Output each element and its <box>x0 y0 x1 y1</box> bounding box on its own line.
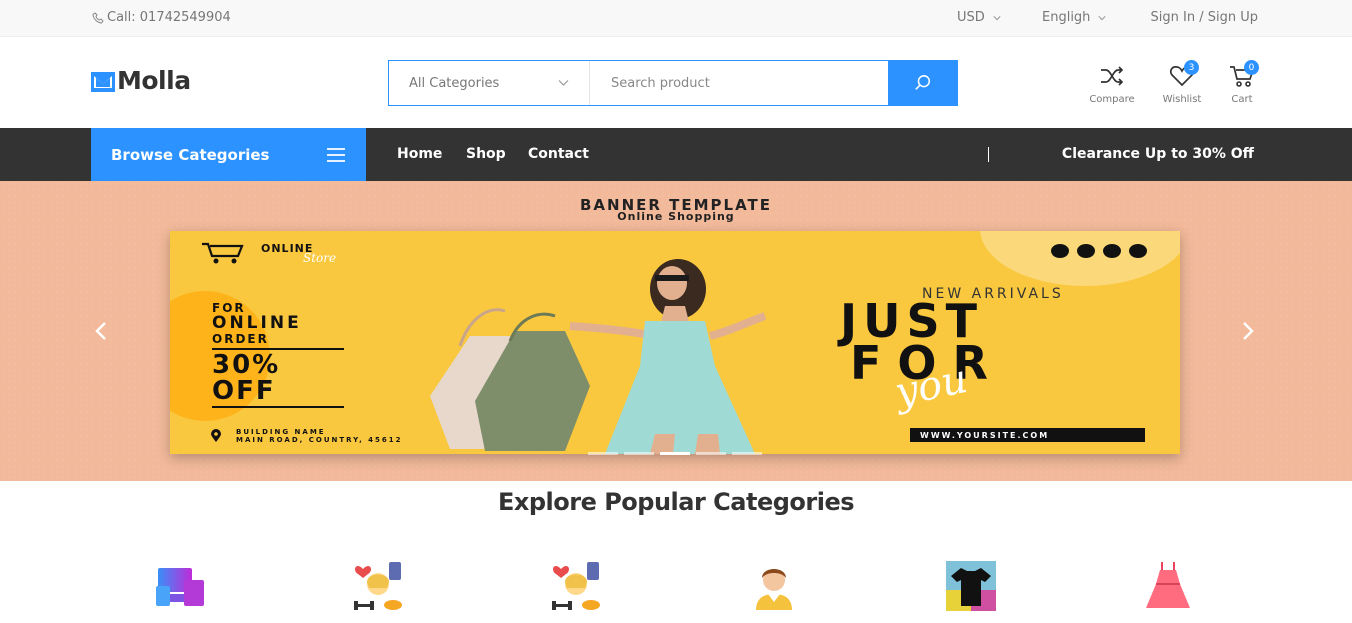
address-line2: MAIN ROAD, COUNTRY, 45612 <box>236 436 403 444</box>
compare-label: Compare <box>1089 94 1135 105</box>
phone-icon <box>92 11 104 24</box>
section-title: Explore Popular Categories <box>497 488 855 516</box>
store-label: Store <box>303 251 337 265</box>
promo-line2: ONLINE <box>212 313 302 333</box>
chevron-down-icon <box>1098 15 1106 20</box>
compare-button[interactable]: Compare <box>1082 63 1142 105</box>
browse-categories-button[interactable]: Browse Categories <box>91 128 366 181</box>
header: Molla All Categories Compare 3 Wishlist … <box>0 37 1352 128</box>
website-label: WWW.YOURSITE.COM <box>910 428 1145 442</box>
nav-contact[interactable]: Contact <box>528 146 589 162</box>
chevron-down-icon <box>993 15 1001 20</box>
category-select[interactable]: All Categories <box>389 61 590 105</box>
search-icon <box>914 75 930 90</box>
twitter-icon <box>1103 244 1121 258</box>
cart-badge: 0 <box>1244 60 1259 75</box>
search-bar: All Categories <box>388 60 958 106</box>
promo-off: OFF <box>212 376 276 406</box>
logo[interactable]: Molla <box>91 66 191 95</box>
shuffle-icon <box>1101 66 1124 86</box>
category-select-label: All Categories <box>409 75 500 91</box>
tshirt-icon[interactable] <box>945 560 997 612</box>
facebook-icon <box>1077 244 1095 258</box>
clearance-link[interactable]: Clearance Up to 30% Off <box>1062 146 1254 162</box>
logo-text: Molla <box>117 66 191 95</box>
nav-divider <box>988 147 989 162</box>
slider-dot[interactable] <box>732 452 762 455</box>
slider-dot-active[interactable] <box>660 452 690 455</box>
top-bar: Call: 01742549904 USD Engligh Sign In / … <box>0 0 1352 37</box>
slider-dot[interactable] <box>588 452 618 455</box>
promo-line3: ORDER <box>212 332 269 346</box>
banner-subtitle: Online Shopping <box>617 210 735 223</box>
cart-button[interactable]: 0 Cart <box>1212 60 1272 105</box>
address-block: BUILDING NAME MAIN ROAD, COUNTRY, 45612 <box>210 428 403 444</box>
wishlist-label: Wishlist <box>1162 94 1202 105</box>
nav-shop[interactable]: Shop <box>466 146 506 162</box>
slider-dots <box>588 452 762 455</box>
dress-icon[interactable] <box>1142 560 1194 612</box>
promo-rule <box>212 406 344 408</box>
whatsapp-icon <box>1129 244 1147 258</box>
cart-label: Cart <box>1231 94 1253 105</box>
call-info[interactable]: Call: 01742549904 <box>92 10 231 25</box>
language-dropdown[interactable]: Engligh <box>1042 10 1106 25</box>
slider-dot[interactable] <box>624 452 654 455</box>
fitness-icon[interactable] <box>550 560 602 612</box>
wishlist-button[interactable]: 3 Wishlist <box>1152 60 1212 105</box>
hamburger-icon <box>327 147 345 162</box>
currency-label: USD <box>957 10 985 25</box>
wishlist-badge: 3 <box>1184 60 1199 75</box>
shopping-cart-icon <box>202 242 244 264</box>
social-icons <box>1051 244 1147 258</box>
location-pin-icon <box>211 429 221 442</box>
men-icon[interactable] <box>748 560 800 612</box>
promo-block: FOR ONLINE ORDER 30% OFF <box>212 301 344 410</box>
prev-slide-arrow[interactable] <box>93 320 109 342</box>
banner-slide[interactable]: ONLINE Store FOR ONLINE ORDER 30% OFF BU… <box>170 231 1180 454</box>
next-slide-arrow[interactable] <box>1240 320 1256 342</box>
main-nav: Browse Categories Home Shop Contact Clea… <box>0 128 1352 181</box>
promo-percent: 30% <box>212 350 281 380</box>
signin-link[interactable]: Sign In / Sign Up <box>1151 10 1258 25</box>
chevron-down-icon <box>558 80 569 86</box>
nav-home[interactable]: Home <box>397 146 442 162</box>
fitness-icon[interactable] <box>352 560 404 612</box>
decorative-circle <box>980 231 1180 286</box>
logo-icon <box>91 71 115 92</box>
browse-categories-label: Browse Categories <box>111 145 270 164</box>
instagram-icon <box>1051 244 1069 258</box>
slider-dot[interactable] <box>696 452 726 455</box>
model-image <box>430 259 767 454</box>
electronics-icon[interactable] <box>154 560 206 612</box>
currency-dropdown[interactable]: USD <box>957 10 1001 25</box>
language-label: Engligh <box>1042 10 1091 25</box>
search-input[interactable] <box>590 61 888 105</box>
call-text: Call: 01742549904 <box>107 10 231 25</box>
address-line1: BUILDING NAME <box>236 428 326 436</box>
search-button[interactable] <box>888 61 957 105</box>
